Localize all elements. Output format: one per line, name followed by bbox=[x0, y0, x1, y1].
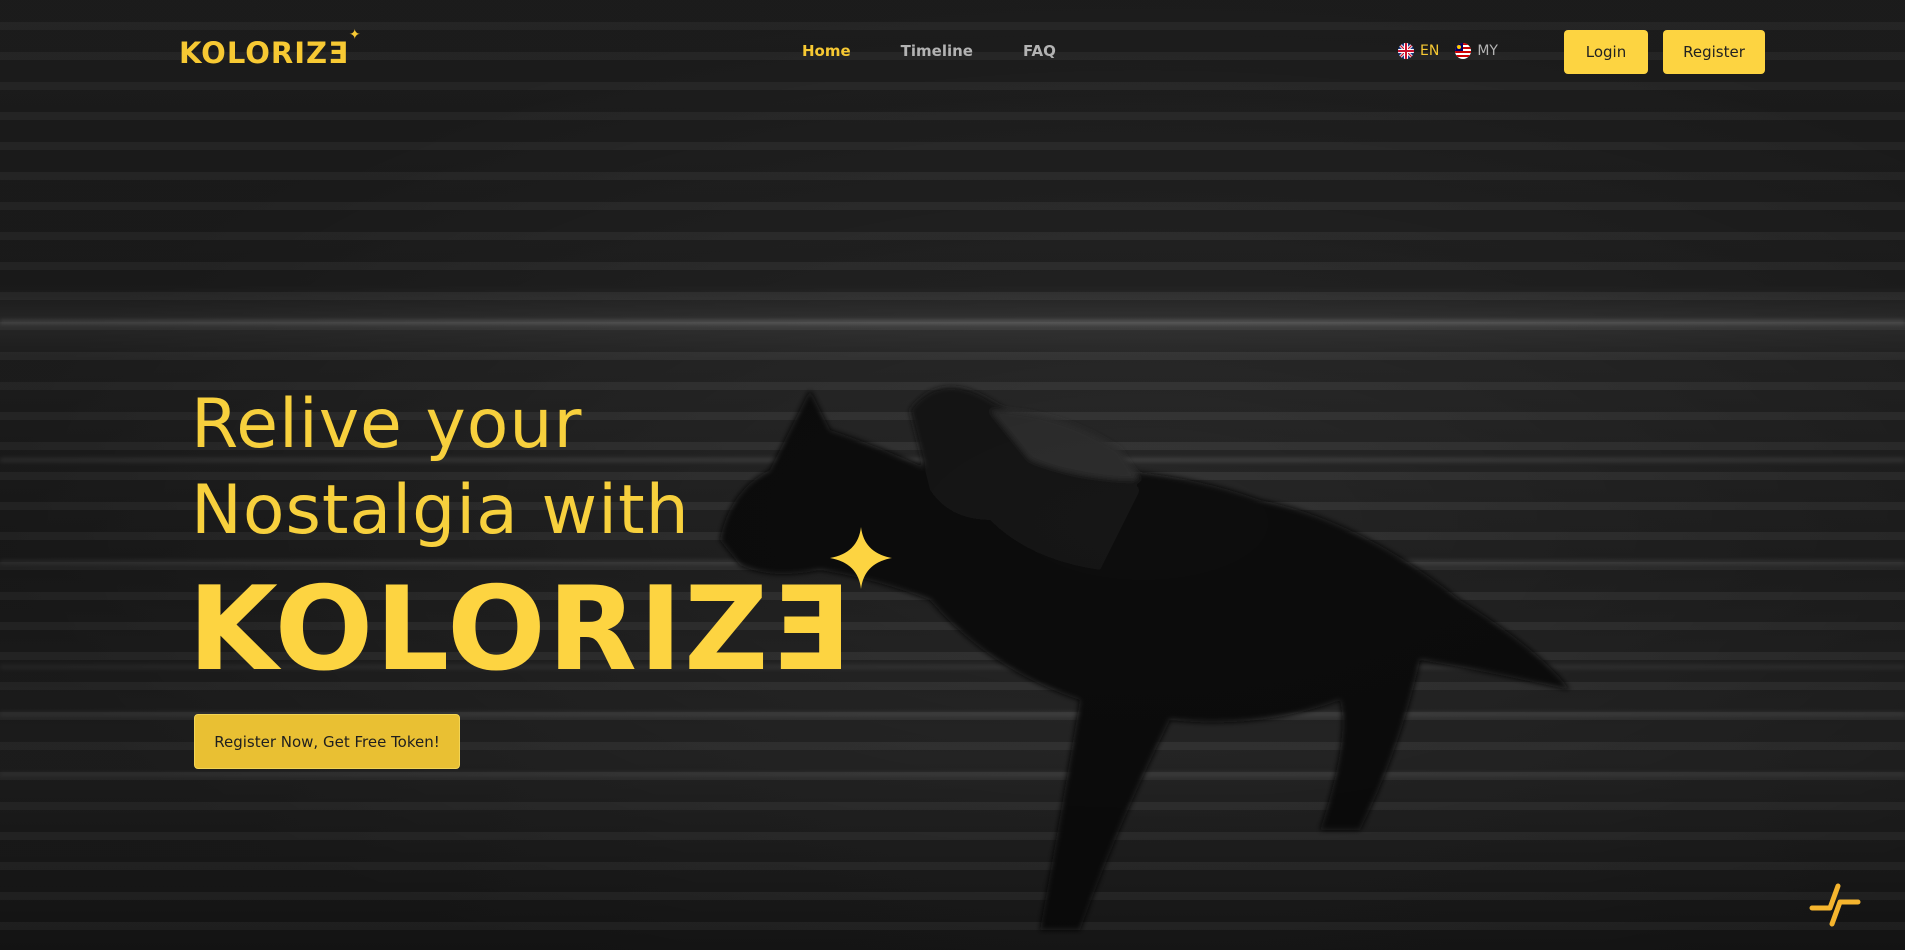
register-cta-button[interactable]: Register Now, Get Free Token! bbox=[194, 714, 460, 769]
malaysia-flag-icon bbox=[1455, 43, 1472, 59]
brand-logo[interactable]: KOLORIZƎ ✦ bbox=[179, 26, 361, 70]
uk-flag-icon bbox=[1398, 43, 1414, 59]
hero-brand-wordmark: KOLORIZƎ bbox=[188, 562, 852, 697]
sparkle-icon: ✦ bbox=[348, 26, 361, 42]
nav-link-faq[interactable]: FAQ bbox=[1023, 42, 1056, 60]
login-button[interactable]: Login bbox=[1564, 30, 1648, 74]
pulse-logo-icon[interactable] bbox=[1808, 878, 1862, 932]
language-code: MY bbox=[1477, 43, 1498, 59]
language-option-my[interactable]: MY bbox=[1455, 43, 1498, 59]
top-navbar: KOLORIZƎ ✦ Home Timeline FAQ EN MY Login… bbox=[0, 0, 1905, 104]
nav-link-timeline[interactable]: Timeline bbox=[901, 42, 973, 60]
nav-link-home[interactable]: Home bbox=[802, 42, 851, 60]
language-code: EN bbox=[1420, 43, 1440, 59]
background-rail bbox=[0, 320, 1905, 324]
hero-headline-line1: Relive your bbox=[191, 385, 583, 464]
language-switcher: EN MY bbox=[1398, 43, 1498, 59]
hero-headline-line2: Nostalgia with bbox=[191, 471, 690, 550]
nav-links: Home Timeline FAQ bbox=[802, 42, 1056, 60]
register-button[interactable]: Register bbox=[1663, 30, 1765, 74]
brand-logo-text: KOLORIZƎ bbox=[179, 36, 349, 70]
background-rail bbox=[0, 772, 1905, 776]
language-option-en[interactable]: EN bbox=[1398, 43, 1439, 59]
sparkle-icon bbox=[830, 527, 892, 589]
hero-headline: Relive your Nostalgia with bbox=[191, 382, 690, 554]
